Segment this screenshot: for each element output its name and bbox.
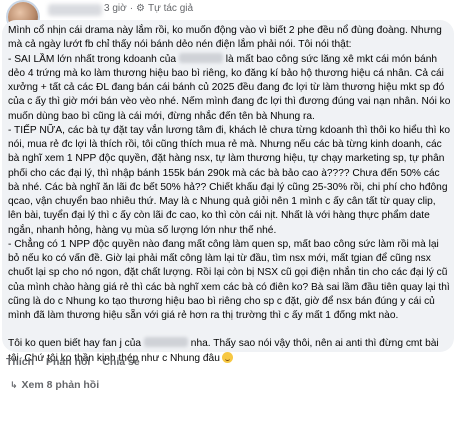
gear-icon: ⚙ — [136, 3, 145, 14]
view-replies-label[interactable]: Xem 8 phản hồi — [22, 379, 100, 391]
redacted-name — [178, 52, 223, 63]
point-1-lead: - SAI LẦM lớn nhất trong kdoanh của — [8, 53, 177, 65]
smile-emoji-icon — [221, 351, 233, 363]
closing-lead: Tôi ko quen biết hay fan j của — [8, 338, 142, 350]
redacted-name — [143, 337, 188, 348]
paragraph-point-1: - SAI LẦM lớn nhất trong kdoanh của là m… — [8, 52, 452, 124]
meta-dot: · — [129, 3, 134, 14]
like-button[interactable]: Thích — [6, 356, 34, 368]
view-replies-link[interactable]: ↳ Xem 8 phản hồi — [10, 379, 99, 391]
audience-label: Tự tác giả — [148, 3, 194, 14]
paragraph-intro: Mình cổ nhịn cái drama này lắm rồi, ko m… — [8, 25, 442, 51]
reply-arrow-icon: ↳ — [10, 379, 18, 390]
comment-time[interactable]: 3 giờ — [104, 3, 127, 14]
paragraph-point-3: - Chẳng có 1 NPP độc quyền nào đang mất … — [8, 238, 450, 321]
share-button[interactable]: Chia sẻ — [102, 356, 139, 368]
comment-meta: 3 giờ · ⚙ Tự tác giả — [104, 3, 193, 14]
reply-button[interactable]: Phản hồi — [46, 356, 90, 368]
commenter-name-redacted[interactable] — [48, 4, 102, 16]
comment-actions: Thích Phản hồi Chia sẻ — [6, 356, 140, 368]
paragraph-point-2: - TIẾP NỮA, các bà tự đặt tay vắn lương … — [8, 124, 451, 236]
comment-body: Mình cổ nhịn cái drama này lắm rồi, ko m… — [8, 24, 452, 366]
